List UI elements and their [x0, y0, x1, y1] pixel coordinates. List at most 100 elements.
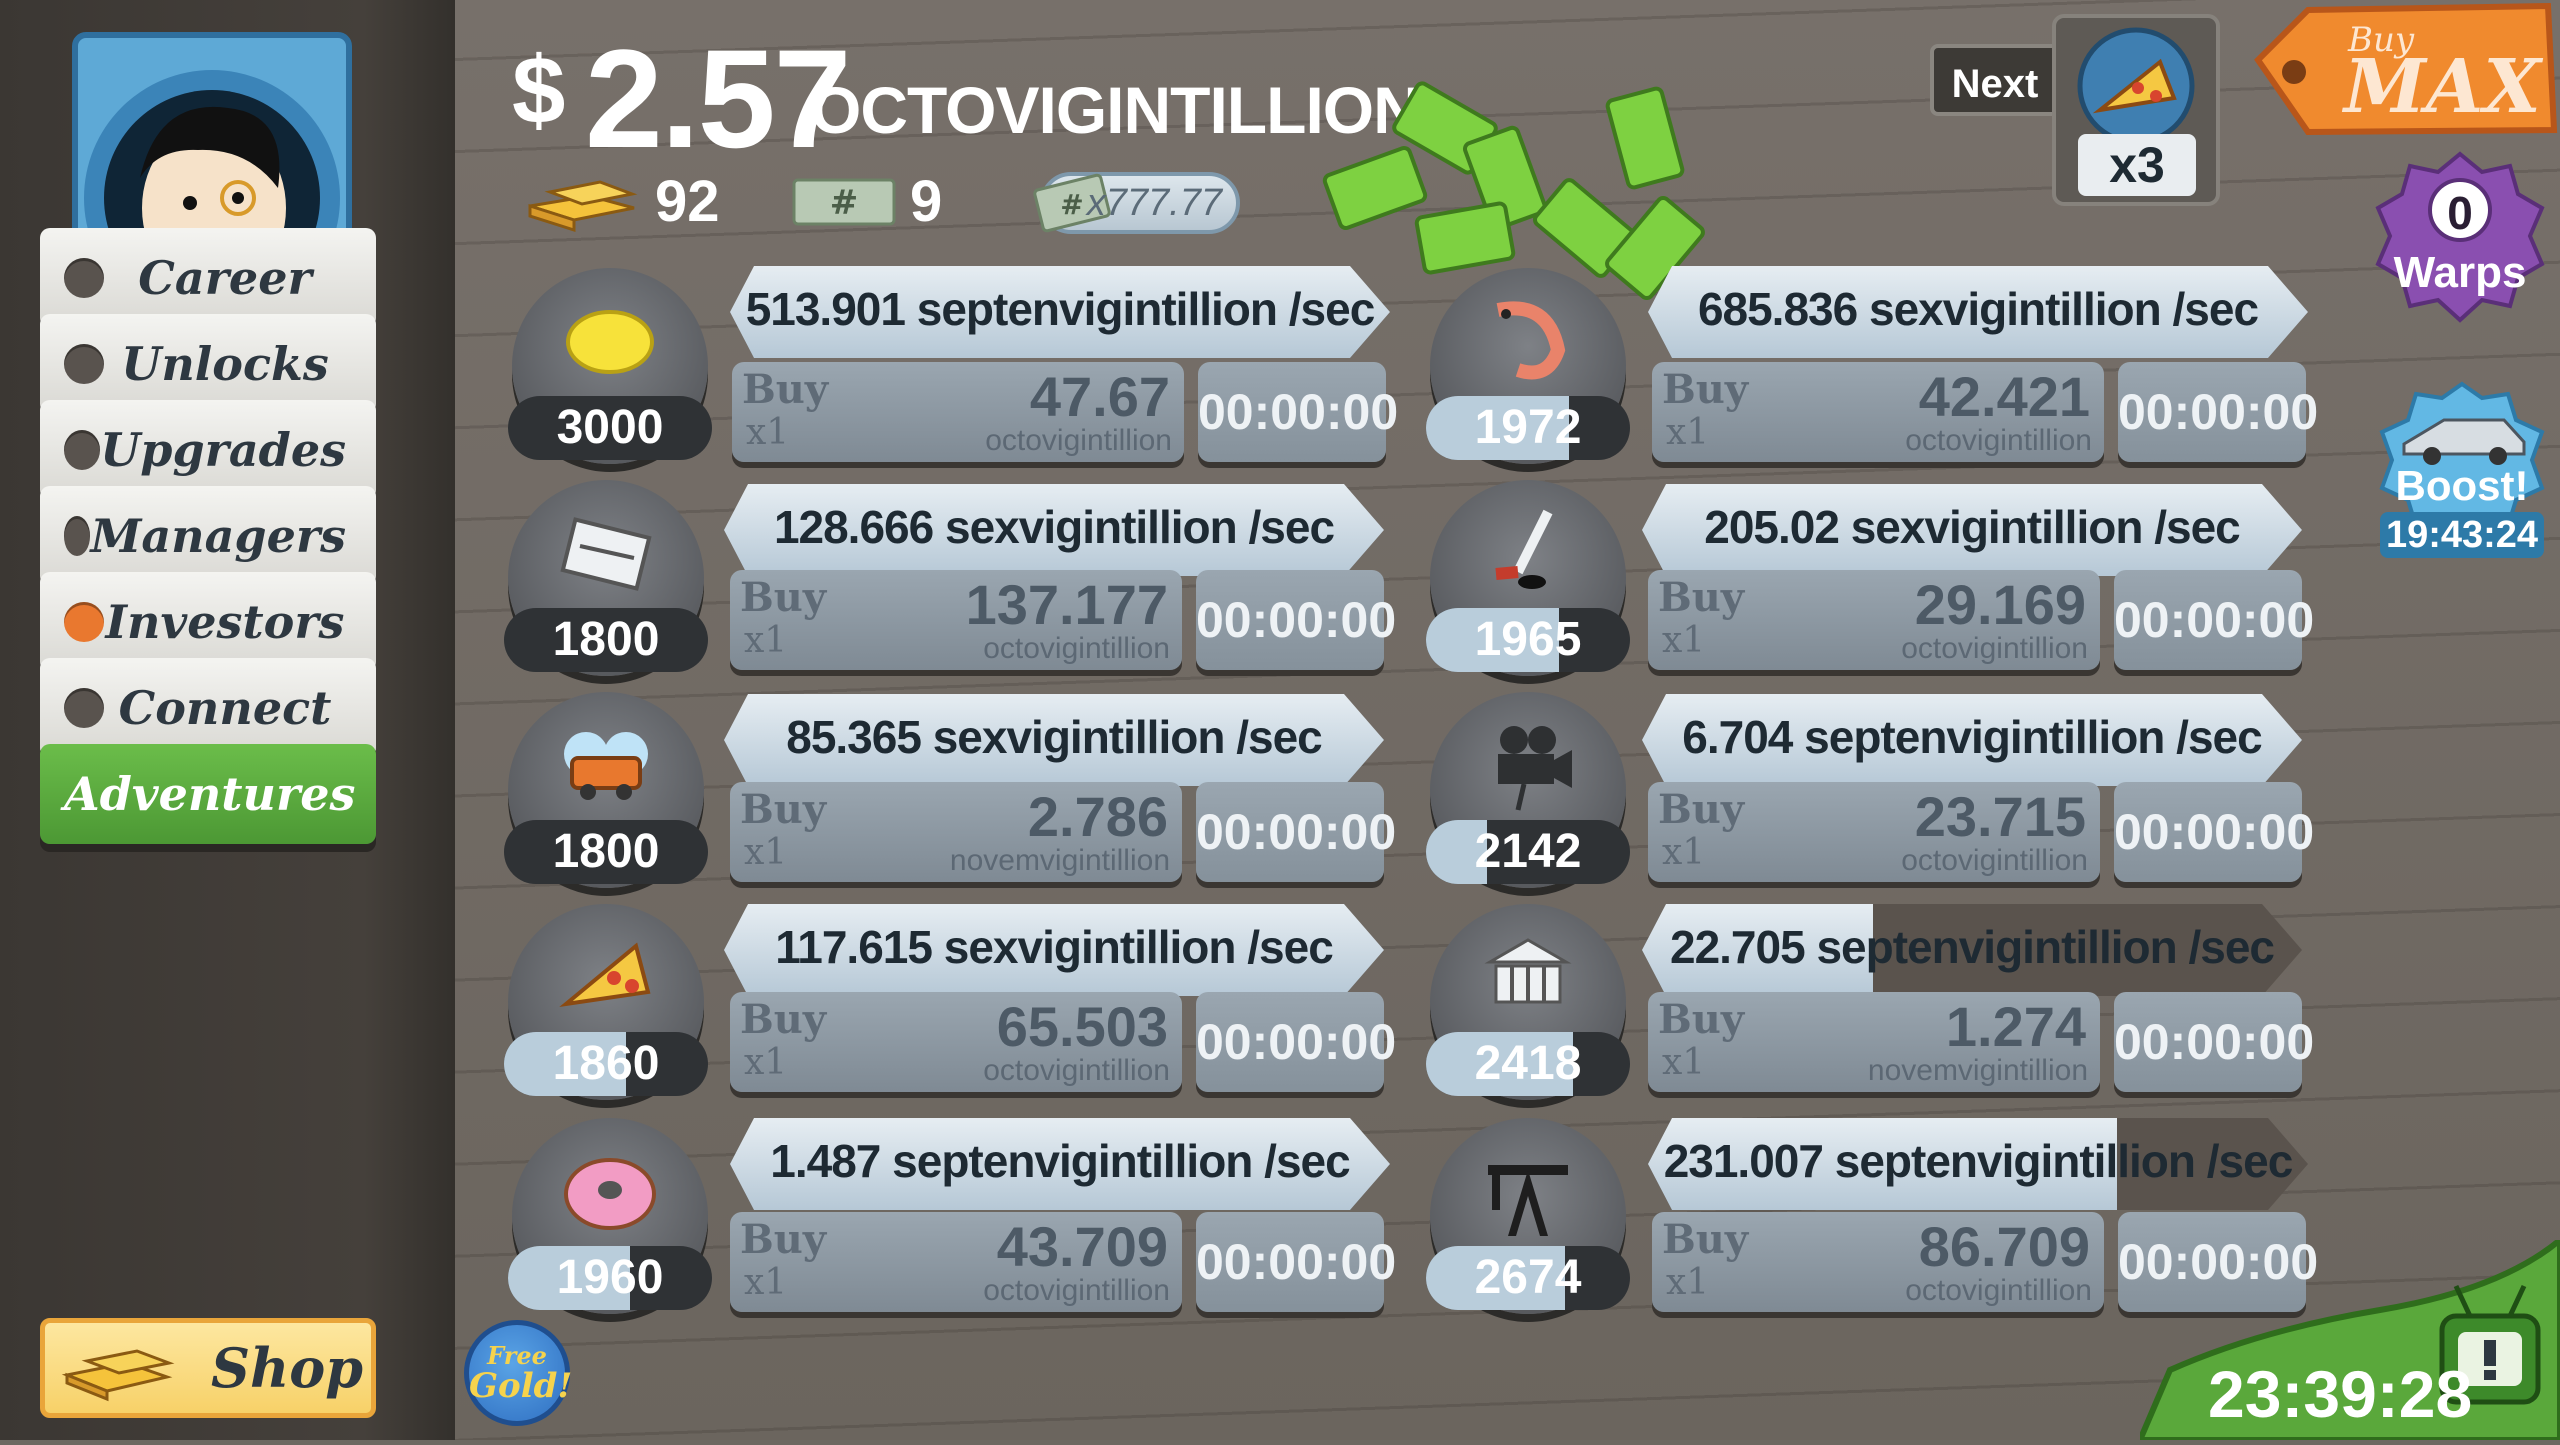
buy-price: 47.67	[1029, 365, 1170, 428]
free-gold-button[interactable]: Free Gold!	[464, 1320, 572, 1426]
revenue-rate-bar: 1.487 septenvigintillion /sec	[730, 1118, 1390, 1210]
boost-label: Boost!	[2395, 462, 2529, 509]
event-timer: 23:39:28	[2208, 1357, 2473, 1431]
nav-label: Career	[138, 251, 312, 305]
buy-quantity: x1	[744, 832, 788, 873]
buy-button[interactable]: Buy x1 65.503 octovigintillion	[730, 992, 1182, 1092]
indicator-dot	[64, 344, 104, 384]
revenue-rate-text: 6.704 septenvigintillion /sec	[1682, 711, 2262, 763]
revenue-rate-text: 85.365 sexvigintillion /sec	[786, 711, 1323, 763]
buy-button[interactable]: Buy x1 23.715 octovigintillion	[1648, 782, 2100, 882]
buy-quantity: x1	[744, 1042, 788, 1083]
revenue-rate-bar: 85.365 sexvigintillion /sec	[724, 694, 1384, 786]
nav-connect-button[interactable]: Connect	[40, 658, 376, 758]
buy-button[interactable]: Buy x1 43.709 octovigintillion	[730, 1212, 1182, 1312]
buy-label: Buy	[1658, 786, 1745, 833]
buy-quantity: x1	[1662, 620, 1706, 661]
shrimp-icon	[1496, 301, 1566, 380]
buy-label: Buy	[1662, 366, 1749, 413]
buy-button[interactable]: Buy x1 137.177 octovigintillion	[730, 570, 1182, 670]
warps-label: Warps	[2393, 248, 2527, 297]
shop-button[interactable]: Shop	[40, 1318, 376, 1418]
nav-investors-button[interactable]: Investors	[40, 572, 376, 672]
business-timer: 00:00:00	[2118, 362, 2318, 462]
warps-button[interactable]: 0 Warps	[2370, 148, 2550, 338]
business-level: 2142	[1426, 820, 1630, 884]
shrimp-business-button[interactable]: 1972	[1426, 268, 1630, 464]
next-unlock-panel[interactable]: x3	[2052, 14, 2220, 206]
pizza-icon	[2077, 27, 2195, 145]
lemon-business-button[interactable]: 3000	[508, 268, 712, 464]
car-wash-icon	[564, 732, 648, 800]
multiplier-pill[interactable]: # x777.77	[1033, 172, 1240, 234]
next-unlock-label: Next	[1930, 44, 2060, 116]
buy-button[interactable]: Buy x1 86.709 octovigintillion	[1652, 1212, 2104, 1312]
buy-price: 86.709	[1918, 1215, 2090, 1278]
buy-price: 43.709	[996, 1215, 1168, 1278]
warps-count: 0	[2447, 187, 2473, 239]
gold-count: 92	[655, 169, 720, 234]
buy-label: Buy	[1662, 1216, 1749, 1263]
shop-label: Shop	[211, 1336, 364, 1400]
nav-unlocks-button[interactable]: Unlocks	[40, 314, 376, 414]
buy-quantity: x1	[1662, 1042, 1706, 1083]
business-level: 1972	[1426, 396, 1630, 460]
revenue-rate-text: 22.705 septenvigintillion /sec	[1669, 921, 2275, 973]
gold-bars-icon	[61, 1349, 175, 1402]
buy-price-unit: octovigintillion	[1905, 424, 2092, 457]
business-timer: 00:00:00	[1196, 782, 1396, 882]
nav-adventures-button[interactable]: Adventures	[40, 744, 376, 844]
bank-business-button[interactable]: 2418	[1426, 904, 1630, 1100]
revenue-rate-bar: 231.007 septenvigintillion /sec	[1648, 1118, 2308, 1210]
business-level-count: 1800	[552, 825, 660, 878]
buy-price-unit: octovigintillion	[1905, 1274, 2092, 1307]
business-timer: 00:00:00	[1196, 992, 1396, 1092]
buy-price: 2.786	[1027, 785, 1168, 848]
nav-managers-button[interactable]: Managers	[40, 486, 376, 586]
next-unlock-multiplier: x3	[2078, 134, 2196, 196]
revenue-rate-text: 513.901 septenvigintillion /sec	[745, 283, 1376, 335]
buy-label: Buy	[740, 786, 827, 833]
nav-label: Managers	[90, 509, 346, 563]
buy-price-unit: octovigintillion	[985, 424, 1172, 457]
megabucks-count: 9	[910, 169, 943, 234]
business-level-count: 1800	[552, 613, 660, 666]
movie-camera-business-button[interactable]: 2142	[1426, 692, 1630, 888]
business-level: 2418	[1426, 1032, 1630, 1096]
buy-button[interactable]: Buy x1 47.67 octovigintillion	[732, 362, 1184, 462]
buy-button[interactable]: Buy x1 29.169 octovigintillion	[1648, 570, 2100, 670]
buy-button[interactable]: Buy x1 42.421 octovigintillion	[1652, 362, 2104, 462]
business-level: 1965	[1426, 608, 1630, 672]
buy-label: Buy	[742, 366, 829, 413]
buy-button[interactable]: Buy x1 2.786 novemvigintillion	[730, 782, 1182, 882]
nav-label: Investors	[105, 595, 345, 649]
business-level: 1860	[504, 1032, 708, 1096]
gold-bars-icon	[528, 180, 638, 233]
nav-label: Connect	[118, 681, 332, 735]
buy-price: 42.421	[1918, 365, 2090, 428]
buy-price-unit: octovigintillion	[1901, 844, 2088, 877]
revenue-rate-text: 231.007 septenvigintillion /sec	[1663, 1135, 2294, 1187]
newspaper-business-button[interactable]: 1800	[504, 480, 708, 676]
buy-max-line2: MAX	[2344, 44, 2541, 130]
buy-price-unit: octovigintillion	[983, 1274, 1170, 1307]
nav-career-button[interactable]: Career	[40, 228, 376, 328]
indicator-dot	[64, 430, 101, 470]
buy-price-unit: octovigintillion	[983, 1054, 1170, 1087]
hockey-business-button[interactable]: 1965	[1426, 480, 1630, 676]
buy-label: Buy	[740, 996, 827, 1043]
car-wash-business-button[interactable]: 1800	[504, 692, 708, 888]
business-level-count: 2418	[1474, 1037, 1582, 1090]
nav-label: Unlocks	[121, 337, 329, 391]
donut-business-button[interactable]: 1960	[508, 1118, 712, 1314]
buy-label: Buy	[740, 1216, 827, 1263]
nav-upgrades-button[interactable]: Upgrades	[40, 400, 376, 500]
pizza-business-button[interactable]: 1860	[504, 904, 708, 1100]
warps-badge-icon	[2375, 151, 2545, 323]
revenue-rate-bar: 117.615 sexvigintillion /sec	[724, 904, 1384, 996]
buy-button[interactable]: Buy x1 1.274 novemvigintillion	[1648, 992, 2100, 1092]
buy-max-button[interactable]: Buy MAX	[2248, 0, 2560, 140]
boost-button[interactable]: Boost! 19:43:24	[2374, 380, 2550, 558]
indicator-dot	[64, 688, 104, 728]
oil-rig-business-button[interactable]: 2674	[1426, 1118, 1630, 1314]
